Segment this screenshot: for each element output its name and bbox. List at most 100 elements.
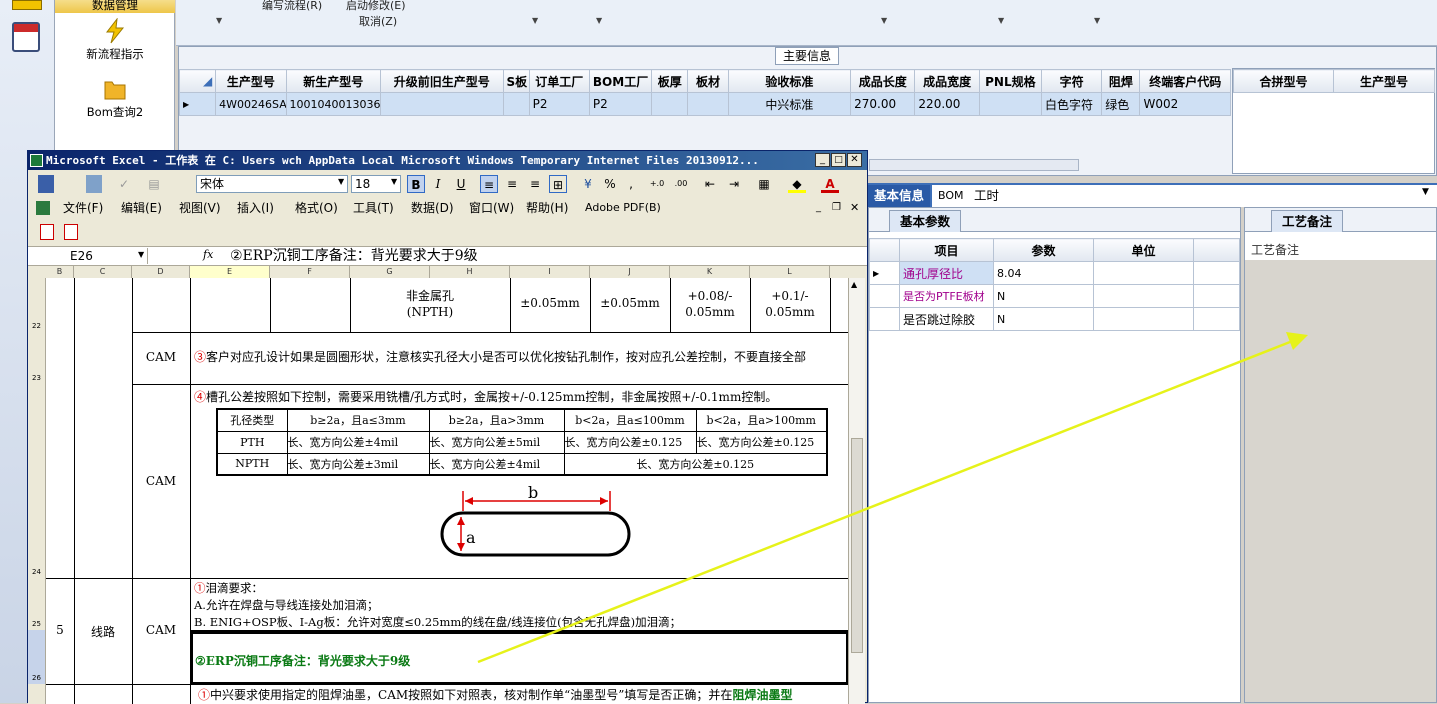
font-color-icon[interactable]: A bbox=[821, 175, 839, 193]
maximize-button[interactable]: □ bbox=[831, 153, 846, 167]
param-value[interactable]: N bbox=[993, 284, 1094, 308]
name-box[interactable]: E26 bbox=[30, 248, 148, 264]
table-row[interactable]: ▶ 4W00246SA0 10010400130366 P2 P2 中兴标准 2… bbox=[178, 92, 1231, 116]
table-cell[interactable]: b<2a，且a≤100mm bbox=[563, 408, 697, 432]
dropdown-arrow-icon[interactable]: ▼ bbox=[216, 16, 222, 25]
param-item[interactable]: 是否跳过除胶 bbox=[899, 307, 994, 331]
table-cell[interactable] bbox=[502, 92, 530, 116]
column-header[interactable]: 板材 bbox=[687, 69, 729, 93]
scroll-up-icon[interactable]: ▲ bbox=[851, 280, 857, 289]
column-header[interactable]: 成品长度 bbox=[850, 69, 916, 93]
table-cell[interactable]: 长、宽方向公差±0.125 bbox=[695, 430, 828, 454]
tab-process-notes[interactable]: 工艺备注 bbox=[1271, 210, 1344, 232]
column-header[interactable]: 字符 bbox=[1040, 69, 1103, 93]
pdf-convert-icon[interactable] bbox=[40, 224, 54, 240]
bold-button[interactable]: B bbox=[407, 175, 425, 193]
table-cell[interactable]: P2 bbox=[588, 92, 653, 116]
tab-basic-params[interactable]: 基本参数 bbox=[889, 210, 962, 232]
close-button[interactable]: ✕ bbox=[847, 153, 862, 167]
cell-tolerance[interactable]: ±0.05mm bbox=[590, 296, 670, 310]
menu-start-modify[interactable]: 启动修改(E) bbox=[346, 0, 406, 13]
tab-work-hours[interactable]: 工时 bbox=[968, 185, 1437, 207]
col-header[interactable]: D bbox=[132, 266, 190, 278]
column-header[interactable]: 参数 bbox=[993, 238, 1094, 262]
dropdown-arrow-icon[interactable]: ▼ bbox=[998, 16, 1004, 25]
nav-item-data-management[interactable]: 数据管理 bbox=[55, 0, 175, 13]
doc-close-icon[interactable]: ✕ bbox=[850, 198, 859, 218]
column-header[interactable]: 终端客户代码 bbox=[1139, 69, 1231, 93]
param-item[interactable]: 通孔厚径比 bbox=[899, 261, 994, 285]
menu-adobe-pdf[interactable]: Adobe PDF(B) bbox=[585, 198, 661, 218]
row-header[interactable]: 25 bbox=[28, 578, 46, 630]
table-cell[interactable]: W002 bbox=[1139, 92, 1231, 116]
table-cell[interactable]: 白色字符 bbox=[1040, 92, 1103, 116]
outdent-icon[interactable]: ⇤ bbox=[701, 175, 719, 193]
dropdown-arrow-icon[interactable]: ▼ bbox=[338, 177, 344, 186]
table-row[interactable]: ▶ 通孔厚径比 8.04 bbox=[869, 261, 1240, 285]
col-header[interactable]: C bbox=[74, 266, 132, 278]
dropdown-arrow-icon[interactable]: ▼ bbox=[532, 16, 538, 25]
menu-file[interactable]: 文件(F) bbox=[63, 198, 103, 218]
font-name-select[interactable]: 宋体 bbox=[196, 175, 348, 193]
scroll-thumb[interactable] bbox=[851, 438, 863, 653]
minimize-button[interactable]: _ bbox=[815, 153, 830, 167]
save-icon[interactable] bbox=[38, 175, 54, 193]
column-header[interactable]: 新生产型号 bbox=[285, 69, 381, 93]
decrease-decimal-icon[interactable]: .00 bbox=[672, 175, 690, 193]
picture-icon[interactable] bbox=[86, 175, 102, 193]
param-value[interactable]: 8.04 bbox=[993, 261, 1094, 285]
param-unit[interactable] bbox=[1093, 307, 1194, 331]
process-notes-textarea[interactable] bbox=[1245, 260, 1436, 702]
menu-help[interactable]: 帮助(H) bbox=[526, 198, 568, 218]
menu-edit[interactable]: 编辑(E) bbox=[121, 198, 162, 218]
table-cell[interactable]: NPTH bbox=[216, 452, 288, 476]
align-left-icon[interactable]: ≡ bbox=[480, 175, 498, 193]
column-header[interactable]: 生产型号 bbox=[1333, 69, 1435, 93]
col-header[interactable]: E bbox=[190, 266, 270, 278]
cell-tolerance[interactable]: ±0.05mm bbox=[510, 296, 590, 310]
nav-item-bom-query[interactable]: Bom查询2 bbox=[55, 76, 175, 120]
column-header[interactable]: 合拼型号 bbox=[1233, 69, 1334, 93]
table-cell[interactable]: 中兴标准 bbox=[727, 92, 852, 116]
menu-view[interactable]: 视图(V) bbox=[179, 198, 221, 218]
dropdown-arrow-icon[interactable]: ▼ bbox=[881, 16, 887, 25]
param-unit[interactable] bbox=[1093, 261, 1194, 285]
table-cell[interactable]: b≥2a，且a≤3mm bbox=[286, 408, 430, 432]
cell-cam[interactable]: CAM bbox=[132, 623, 190, 637]
table-cell[interactable] bbox=[379, 92, 504, 116]
column-header[interactable]: 订单工厂 bbox=[528, 69, 590, 93]
menu-insert[interactable]: 插入(I) bbox=[237, 198, 274, 218]
table-cell[interactable]: 4W00246SA0 bbox=[215, 92, 287, 116]
horizontal-scrollbar[interactable] bbox=[869, 159, 1079, 171]
spell-icon[interactable]: ✓ bbox=[116, 175, 132, 193]
tab-basic-info[interactable]: 基本信息 bbox=[868, 185, 931, 207]
chevron-down-icon[interactable]: ▼ bbox=[1422, 187, 1429, 197]
vertical-scrollbar[interactable]: ▲ bbox=[848, 278, 865, 704]
row-header[interactable]: 23 bbox=[28, 332, 46, 384]
column-header[interactable]: S板 bbox=[502, 69, 530, 93]
pdf-email-icon[interactable] bbox=[64, 224, 78, 240]
table-cell[interactable]: b≥2a，且a>3mm bbox=[428, 408, 565, 432]
formula-input[interactable]: ②ERP沉铜工序备注：背光要求大于9级 bbox=[226, 247, 866, 265]
indent-icon[interactable]: ⇥ bbox=[725, 175, 743, 193]
calculator-grid-icon[interactable] bbox=[12, 0, 42, 10]
fill-color-icon[interactable]: ◆ bbox=[788, 175, 806, 193]
cell-cam[interactable]: CAM bbox=[132, 474, 190, 488]
table-cell[interactable]: b<2a，且a>100mm bbox=[695, 408, 828, 432]
dropdown-arrow-icon[interactable]: ▼ bbox=[596, 16, 602, 25]
cell-note-23[interactable]: ③客户对应孔设计如果是圆圈形状，注意核实孔径大小是否可以优化按钻孔制作，按对应孔… bbox=[194, 348, 848, 365]
table-row[interactable]: 是否跳过除胶 N bbox=[869, 307, 1240, 331]
param-item[interactable]: 是否为PTFE板材 bbox=[899, 284, 994, 308]
cell-note-27[interactable]: ①中兴要求使用指定的阻焊油墨，CAM按照如下对照表，核对制作单“油墨型号”填写是… bbox=[198, 686, 848, 703]
menu-window[interactable]: 窗口(W) bbox=[469, 198, 514, 218]
table-row[interactable]: 是否为PTFE板材 N bbox=[869, 284, 1240, 308]
italic-button[interactable]: I bbox=[429, 175, 447, 193]
row-header[interactable]: 22 bbox=[28, 278, 46, 332]
column-header[interactable]: BOM工厂 bbox=[588, 69, 653, 93]
column-header[interactable]: PNL规格 bbox=[978, 69, 1043, 93]
menu-data[interactable]: 数据(D) bbox=[411, 198, 454, 218]
increase-decimal-icon[interactable]: +.0 bbox=[648, 175, 666, 193]
cell-cam[interactable]: CAM bbox=[132, 350, 190, 364]
col-header[interactable]: G bbox=[350, 266, 430, 278]
cell-tolerance[interactable]: +0.08/- 0.05mm bbox=[670, 288, 750, 320]
